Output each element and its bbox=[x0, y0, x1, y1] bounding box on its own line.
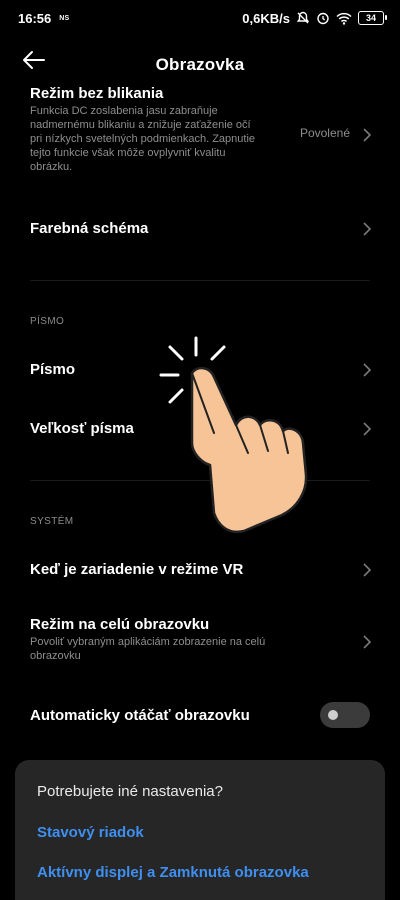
flicker-free-row[interactable]: Režim bez blikania Funkcia DC zoslabenia… bbox=[0, 85, 400, 185]
battery-icon: 34 bbox=[358, 11, 387, 25]
vr-mode-title: Keď je zariadenie v režime VR bbox=[30, 561, 244, 578]
flicker-free-value: Povolené bbox=[299, 126, 350, 140]
more-settings-sheet: Potrebujete iné nastavenia? Stavový riad… bbox=[15, 760, 385, 900]
network-speed: 0,6KB/s bbox=[242, 10, 290, 26]
sheet-title: Potrebujete iné nastavenia? bbox=[37, 783, 223, 800]
mute-bell-icon bbox=[296, 11, 310, 25]
divider bbox=[30, 280, 370, 281]
vr-mode-row[interactable]: Keď je zariadenie v režime VR bbox=[0, 548, 400, 590]
lock-screen-link[interactable]: Aktívny displej a Zamknutá obrazovka bbox=[37, 864, 309, 881]
autorotate-toggle[interactable] bbox=[320, 702, 370, 728]
chevron-right-icon bbox=[363, 222, 372, 236]
section-label-system: SYSTÉM bbox=[30, 516, 74, 527]
color-scheme-row[interactable]: Farebná schéma bbox=[0, 208, 400, 250]
flicker-free-desc: Funkcia DC zoslabenia jasu zabraňuje nad… bbox=[30, 105, 256, 173]
chevron-right-icon bbox=[363, 363, 372, 377]
color-scheme-title: Farebná schéma bbox=[30, 220, 149, 237]
section-label-font: PÍSMO bbox=[30, 316, 65, 327]
status-bar-link[interactable]: Stavový riadok bbox=[37, 824, 144, 841]
ns-indicator: NS bbox=[59, 14, 70, 22]
flicker-free-title: Režim bez blikania bbox=[30, 85, 164, 102]
tap-gesture-hand-icon bbox=[159, 336, 308, 534]
fullscreen-row[interactable]: Režim na celú obrazovku Povoliť vybraným… bbox=[0, 616, 400, 676]
autorotate-title: Automaticky otáčať obrazovku bbox=[30, 707, 250, 724]
alarm-icon bbox=[316, 11, 330, 25]
fullscreen-title: Režim na celú obrazovku bbox=[30, 616, 210, 633]
autorotate-row[interactable]: Automaticky otáčať obrazovku bbox=[0, 694, 400, 736]
chevron-right-icon bbox=[363, 128, 372, 142]
status-time: 16:56 bbox=[18, 10, 52, 26]
toggle-knob bbox=[328, 710, 338, 720]
chevron-right-icon bbox=[363, 563, 372, 577]
chevron-right-icon bbox=[363, 422, 372, 436]
wifi-icon bbox=[336, 12, 352, 25]
chevron-right-icon bbox=[363, 635, 372, 649]
page-title: Obrazovka bbox=[155, 55, 245, 74]
fullscreen-desc: Povoliť vybraným aplikáciám zobrazenie n… bbox=[30, 636, 266, 662]
status-bar: 16:56 NS 0,6KB/s 34 bbox=[0, 0, 400, 36]
